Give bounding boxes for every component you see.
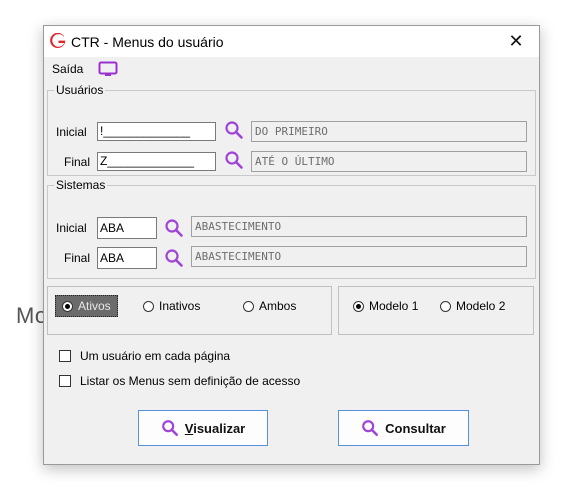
menu-item-exit[interactable]: Saída [52,62,83,76]
system-start-label: Inicial [56,221,87,235]
consultar-search-icon [362,420,379,437]
visualizar-button[interactable]: Visualizar [138,410,268,446]
radio-ativos-label: Ativos [78,299,111,313]
visualizar-button-label: Visualizar [184,420,246,436]
consultar-button[interactable]: Consultar [338,410,469,446]
radio-ativos-indicator [62,300,73,312]
user-end-description: ATÉ O ÚLTIMO [251,151,527,172]
app-logo-icon [50,33,66,48]
system-start-search-icon[interactable] [164,218,184,238]
system-start-input[interactable]: ABA [97,217,157,239]
radio-modelo-2[interactable]: Modelo 2 [440,299,505,313]
user-start-input[interactable]: !_____________ [97,122,216,141]
users-legend: Usuários [56,83,104,97]
radio-ambos[interactable]: Ambos [243,299,296,313]
radio-inativos-label: Inativos [159,299,201,313]
checkbox-list-menus-without-access-label: Listar os Menus sem definição de acesso [80,374,301,388]
radio-ambos-label: Ambos [259,299,297,313]
monitor-icon[interactable] [98,61,118,77]
radio-modelo-2-label: Modelo 2 [456,299,506,313]
close-button[interactable]: ✕ [493,26,539,57]
checkbox-list-menus-without-access[interactable]: Listar os Menus sem definição de acesso [59,374,300,388]
checkbox-one-user-per-page-label: Um usuário em cada página [80,349,231,363]
radio-modelo-1-label: Modelo 1 [369,299,419,313]
radio-modelo-1[interactable]: Modelo 1 [353,299,418,313]
user-start-label: Inicial [56,125,87,139]
window-title: CTR - Menus do usuário [71,34,224,50]
radio-modelo-2-indicator [440,300,451,312]
consultar-button-label: Consultar [385,420,446,436]
user-end-label: Final [64,155,91,169]
status-radio-group: Ativos Inativos Ambos [47,286,332,335]
user-start-description: DO PRIMEIRO [251,121,527,142]
radio-modelo-1-indicator [353,300,364,312]
checkbox-list-menus-without-access-box [59,375,71,387]
user-start-search-icon[interactable] [224,120,244,140]
user-end-input[interactable]: Z_____________ [97,152,216,171]
radio-inativos-indicator [143,300,154,312]
system-end-description: ABASTECIMENTO [191,246,527,267]
model-radio-group: Modelo 1 Modelo 2 [338,286,534,335]
dialog-window: CTR - Menus do usuário ✕ Saída Usuários … [43,25,540,465]
user-end-search-icon[interactable] [224,150,244,170]
system-end-search-icon[interactable] [164,248,184,268]
system-end-label: Final [64,251,91,265]
radio-inativos[interactable]: Inativos [143,299,200,313]
checkbox-one-user-per-page-box [59,350,71,362]
radio-ambos-indicator [243,300,254,312]
radio-ativos[interactable]: Ativos [62,299,111,313]
visualizar-search-icon [161,420,178,437]
system-end-input[interactable]: ABA [97,247,157,269]
close-icon: ✕ [508,31,524,51]
systems-legend: Sistemas [56,178,106,192]
checkbox-one-user-per-page[interactable]: Um usuário em cada página [59,349,230,363]
system-start-description: ABASTECIMENTO [191,216,527,237]
title-bar: CTR - Menus do usuário ✕ [44,26,539,57]
menu-bar: Saída [44,57,539,79]
